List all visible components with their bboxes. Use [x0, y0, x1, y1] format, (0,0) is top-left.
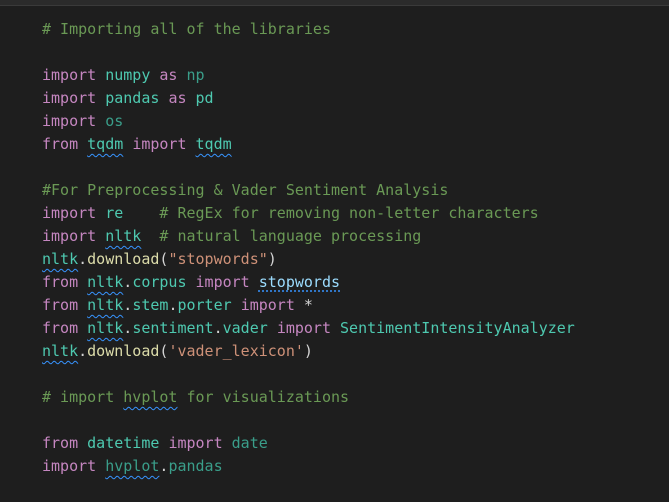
string-literal: 'vader_lexicon': [168, 342, 304, 360]
keyword: import: [240, 296, 295, 314]
submodule-name: corpus: [132, 273, 187, 291]
code-line-12[interactable]: from nltk.corpus import stopwords: [42, 271, 662, 294]
code-line-15[interactable]: nltk.download('vader_lexicon'): [42, 340, 662, 363]
module-name: nltk: [87, 273, 124, 291]
dot: .: [123, 319, 133, 337]
comment: # RegEx for removing non-letter characte…: [159, 204, 539, 222]
code-line-4[interactable]: import pandas as pd: [42, 87, 662, 110]
module-name: tqdm: [87, 135, 124, 153]
comment: # import hvplot for visualizations: [42, 388, 350, 406]
keyword: from: [42, 273, 79, 291]
keyword: import: [168, 434, 223, 452]
paren: ): [267, 250, 277, 268]
keyword: as: [168, 89, 187, 107]
comment: #For Preprocessing & Vader Sentiment Ana…: [42, 181, 449, 199]
module-name: nltk: [105, 227, 142, 245]
code-line-2[interactable]: [42, 41, 662, 64]
code-line-5[interactable]: import os: [42, 110, 662, 133]
dot: .: [123, 296, 133, 314]
keyword: import: [132, 135, 187, 153]
editor-top-border: [0, 0, 669, 6]
module-name: hvplot: [105, 457, 160, 475]
code-line-17[interactable]: # import hvplot for visualizations: [42, 386, 662, 409]
keyword: from: [42, 434, 79, 452]
submodule-name: pandas: [168, 457, 223, 475]
function-name: download: [87, 342, 160, 360]
module-name: os: [105, 112, 124, 130]
imported-name: stopwords: [258, 273, 341, 291]
comment: # Importing all of the libraries: [42, 20, 331, 38]
keyword: import: [42, 204, 97, 222]
code-line-19[interactable]: from datetime import date: [42, 432, 662, 455]
string-literal: "stopwords": [168, 250, 268, 268]
module-name: nltk: [87, 319, 124, 337]
paren: ): [303, 342, 313, 360]
code-line-11[interactable]: nltk.download("stopwords"): [42, 248, 662, 271]
module-name: re: [105, 204, 124, 222]
dot: .: [78, 342, 88, 360]
keyword: import: [276, 319, 331, 337]
alias-name: pd: [195, 89, 214, 107]
submodule-name: vader: [222, 319, 268, 337]
wildcard: *: [303, 296, 313, 314]
module-name: pandas: [105, 89, 160, 107]
keyword: from: [42, 296, 79, 314]
dot: .: [123, 273, 133, 291]
dot: .: [213, 319, 223, 337]
imported-name: tqdm: [195, 135, 232, 153]
code-line-13[interactable]: from nltk.stem.porter import *: [42, 294, 662, 317]
comment: # natural language processing: [159, 227, 422, 245]
function-name: download: [87, 250, 160, 268]
code-line-9[interactable]: import re # RegEx for removing non-lette…: [42, 202, 662, 225]
code-line-8[interactable]: #For Preprocessing & Vader Sentiment Ana…: [42, 179, 662, 202]
submodule-name: stem: [132, 296, 169, 314]
keyword: from: [42, 135, 79, 153]
code-line-10[interactable]: import nltk # natural language processin…: [42, 225, 662, 248]
keyword: import: [42, 457, 97, 475]
code-editor[interactable]: # Importing all of the libraries import …: [42, 18, 662, 478]
keyword: import: [42, 89, 97, 107]
imported-name: SentimentIntensityAnalyzer: [340, 319, 575, 337]
spelling-flag: hvplot: [123, 388, 178, 406]
module-name: numpy: [105, 66, 151, 84]
code-line-18[interactable]: [42, 409, 662, 432]
keyword: as: [159, 66, 178, 84]
module-name: datetime: [87, 434, 160, 452]
module-name: nltk: [87, 296, 124, 314]
code-line-7[interactable]: [42, 156, 662, 179]
keyword: import: [42, 227, 97, 245]
object-name: nltk: [42, 250, 79, 268]
code-line-6[interactable]: from tqdm import tqdm: [42, 133, 662, 156]
keyword: import: [195, 273, 250, 291]
code-line-1[interactable]: # Importing all of the libraries: [42, 18, 662, 41]
keyword: import: [42, 112, 97, 130]
object-name: nltk: [42, 342, 79, 360]
imported-name: date: [231, 434, 268, 452]
code-line-16[interactable]: [42, 363, 662, 386]
alias-name: np: [186, 66, 205, 84]
code-line-3[interactable]: import numpy as np: [42, 64, 662, 87]
dot: .: [78, 250, 88, 268]
keyword: import: [42, 66, 97, 84]
code-line-14[interactable]: from nltk.sentiment.vader import Sentime…: [42, 317, 662, 340]
submodule-name: sentiment: [132, 319, 214, 337]
submodule-name: porter: [177, 296, 232, 314]
code-line-20[interactable]: import hvplot.pandas: [42, 455, 662, 478]
keyword: from: [42, 319, 79, 337]
